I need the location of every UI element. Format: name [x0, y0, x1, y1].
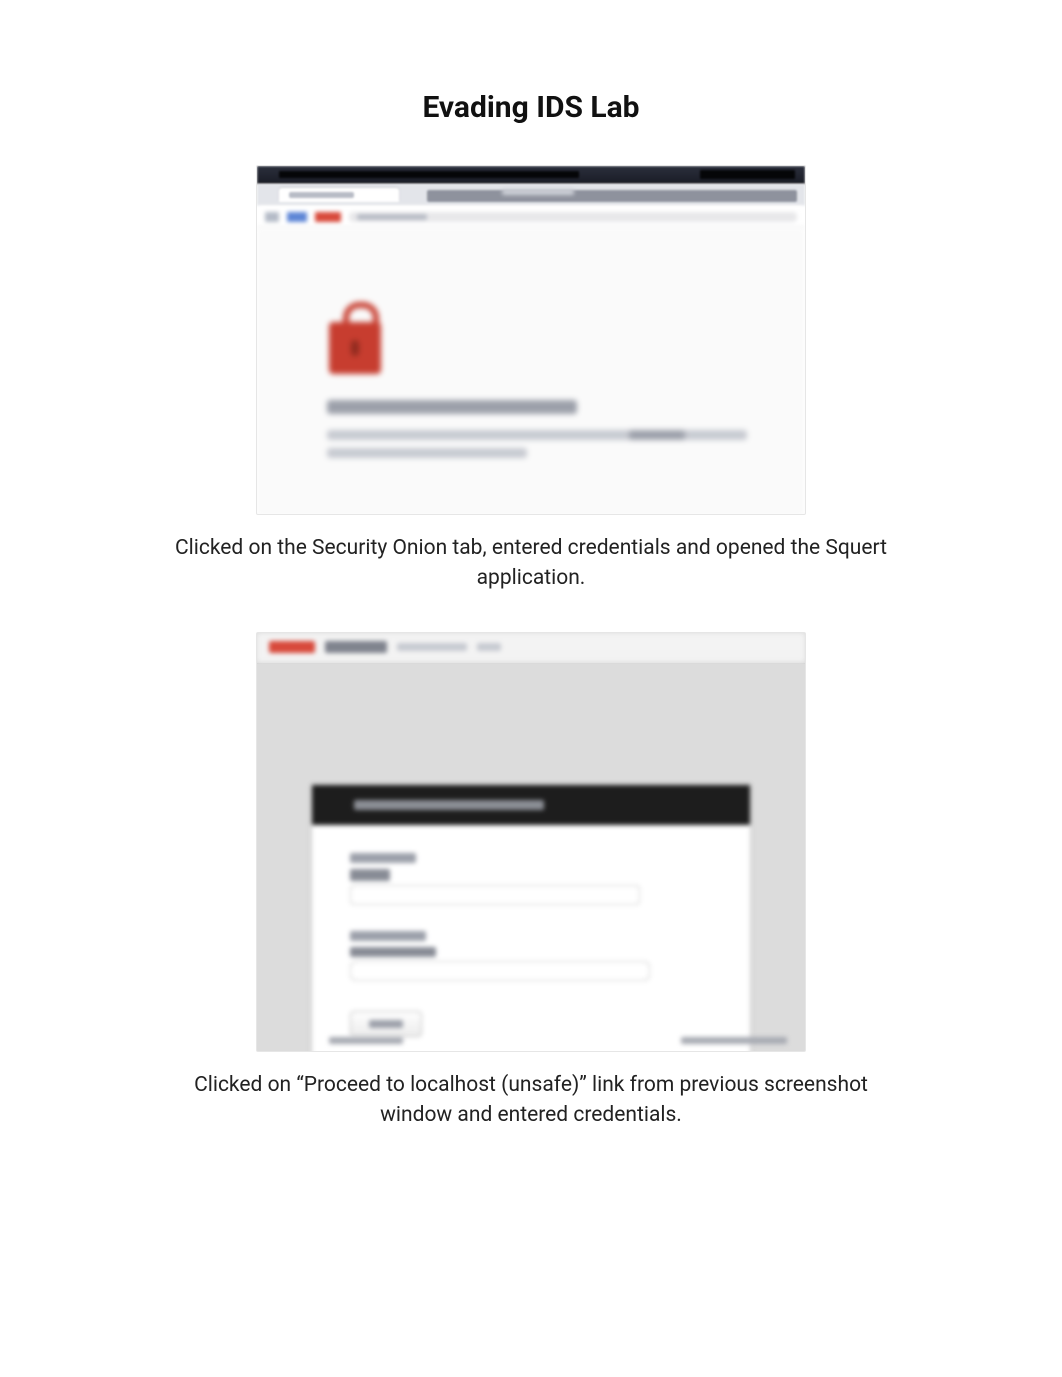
username-input[interactable]	[350, 885, 640, 905]
login-panel-body	[312, 825, 750, 1052]
password-label	[350, 931, 426, 941]
login-button[interactable]	[350, 1011, 422, 1037]
address-bar[interactable]	[349, 212, 797, 222]
page-footer	[257, 1037, 805, 1047]
login-page-body	[257, 664, 805, 1049]
lock-warning-icon	[329, 322, 381, 374]
warning-body-line-1	[327, 430, 747, 440]
privacy-warning-page	[257, 228, 805, 515]
screenshot-login-panel	[256, 632, 806, 1052]
browser-tab[interactable]	[279, 188, 399, 202]
app-header-text-2	[477, 643, 501, 651]
app-brand-text	[325, 641, 387, 653]
username-label	[350, 853, 416, 863]
screenshot-browser-warning	[256, 165, 806, 515]
login-panel	[311, 784, 751, 1052]
password-value-preview	[350, 947, 436, 957]
nav-back-icon[interactable]	[265, 212, 279, 222]
app-header-bar	[257, 633, 805, 663]
browser-toolbar	[257, 206, 805, 228]
browser-tab-strip	[257, 184, 805, 206]
page-title: Evading IDS Lab	[60, 90, 1002, 125]
warning-body-line-2	[327, 448, 527, 458]
app-logo	[269, 641, 315, 653]
caption-2: Clicked on “Proceed to localhost (unsafe…	[171, 1070, 891, 1131]
nav-hint-icon	[287, 212, 307, 222]
app-header-text-1	[397, 643, 467, 651]
login-panel-header	[312, 785, 750, 825]
insecure-indicator-icon	[315, 212, 341, 222]
username-value-preview	[350, 869, 390, 881]
window-titlebar	[257, 166, 805, 184]
tab-address-overflow	[427, 190, 797, 202]
password-input[interactable]	[350, 961, 650, 981]
warning-heading	[327, 400, 577, 414]
caption-1: Clicked on the Security Onion tab, enter…	[171, 533, 891, 594]
titlebar-text-fragment	[502, 189, 574, 195]
